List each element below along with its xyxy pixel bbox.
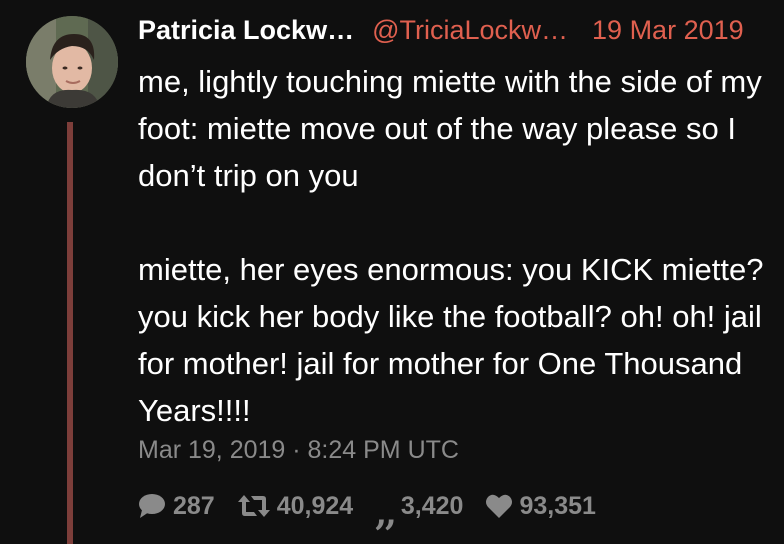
tweet-header: Patricia Lockw… @TriciaLockw… 19 Mar 201…: [138, 10, 778, 50]
quote-icon: ,,: [375, 494, 397, 534]
author-username[interactable]: @TriciaLockw…: [372, 15, 568, 46]
thread-line: [67, 122, 73, 544]
tweet: Patricia Lockw… @TriciaLockw… 19 Mar 201…: [0, 0, 784, 544]
tweet-content: me, lightly touching miette with the sid…: [138, 58, 768, 434]
tweet-paragraph: me, lightly touching miette with the sid…: [138, 64, 762, 193]
replies-stat[interactable]: 287: [137, 492, 215, 521]
tweet-date-link[interactable]: 19 Mar 2019: [592, 15, 744, 46]
quotes-count: 3,420: [400, 491, 464, 520]
replies-count: 287: [173, 491, 215, 520]
avatar[interactable]: [26, 16, 118, 108]
comment-icon: [139, 494, 165, 518]
retweets-stat[interactable]: 40,924: [237, 492, 353, 521]
quotes-stat[interactable]: ,, 3,420: [375, 491, 464, 534]
tweet-paragraph: miette, her eyes enormous: you KICK miet…: [138, 252, 764, 428]
avatar-photo: [26, 16, 118, 108]
author-fullname[interactable]: Patricia Lockw…: [138, 15, 354, 46]
likes-count: 93,351: [519, 491, 596, 520]
tweet-stats: 287 40,924 ,, 3,420 93,351: [137, 486, 618, 534]
published-timestamp[interactable]: Mar 19, 2019 · 8:24 PM UTC: [138, 436, 459, 465]
retweet-icon: [237, 495, 270, 517]
heart-icon: [486, 494, 513, 518]
retweets-count: 40,924: [276, 491, 354, 520]
likes-stat[interactable]: 93,351: [485, 491, 596, 521]
